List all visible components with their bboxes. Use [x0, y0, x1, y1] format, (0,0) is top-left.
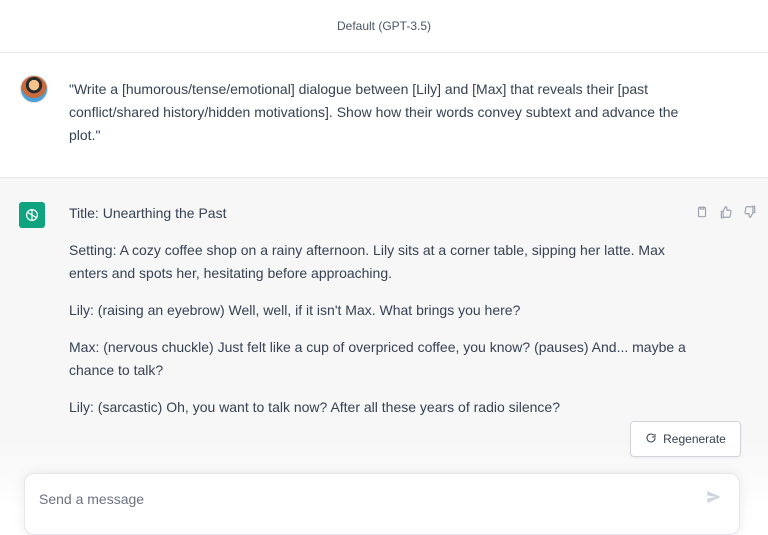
message-input[interactable]: Send a message: [39, 491, 144, 507]
message-actions: [694, 204, 758, 220]
refresh-icon: [645, 432, 657, 447]
assistant-paragraph: Title: Unearthing the Past: [69, 205, 227, 221]
assistant-paragraph: Setting: A cozy coffee shop on a rainy a…: [69, 242, 665, 281]
assistant-paragraph: Max: (nervous chuckle) Just felt like a …: [69, 339, 686, 378]
top-bar: Default (GPT-3.5): [0, 0, 768, 53]
thumbs-up-icon[interactable]: [718, 204, 734, 220]
message-composer[interactable]: Send a message: [24, 473, 740, 535]
model-label[interactable]: Default (GPT-3.5): [337, 19, 431, 33]
thumbs-down-icon[interactable]: [742, 204, 758, 220]
user-message-text: "Write a [humorous/tense/emotional] dial…: [69, 81, 679, 143]
assistant-paragraph: Lily: (sarcastic) Oh, you want to talk n…: [69, 399, 561, 415]
chatgpt-logo-icon: [19, 202, 45, 228]
regenerate-label: Regenerate: [663, 432, 726, 446]
assistant-paragraph: Lily: (raising an eyebrow) Well, well, i…: [69, 302, 521, 318]
user-avatar: [20, 75, 48, 103]
user-message: "Write a [humorous/tense/emotional] dial…: [0, 53, 768, 178]
assistant-message-text: Title: Unearthing the Past Setting: A co…: [69, 202, 689, 433]
clipboard-icon[interactable]: [694, 204, 710, 220]
regenerate-button[interactable]: Regenerate: [630, 421, 741, 457]
send-icon[interactable]: [705, 488, 723, 506]
